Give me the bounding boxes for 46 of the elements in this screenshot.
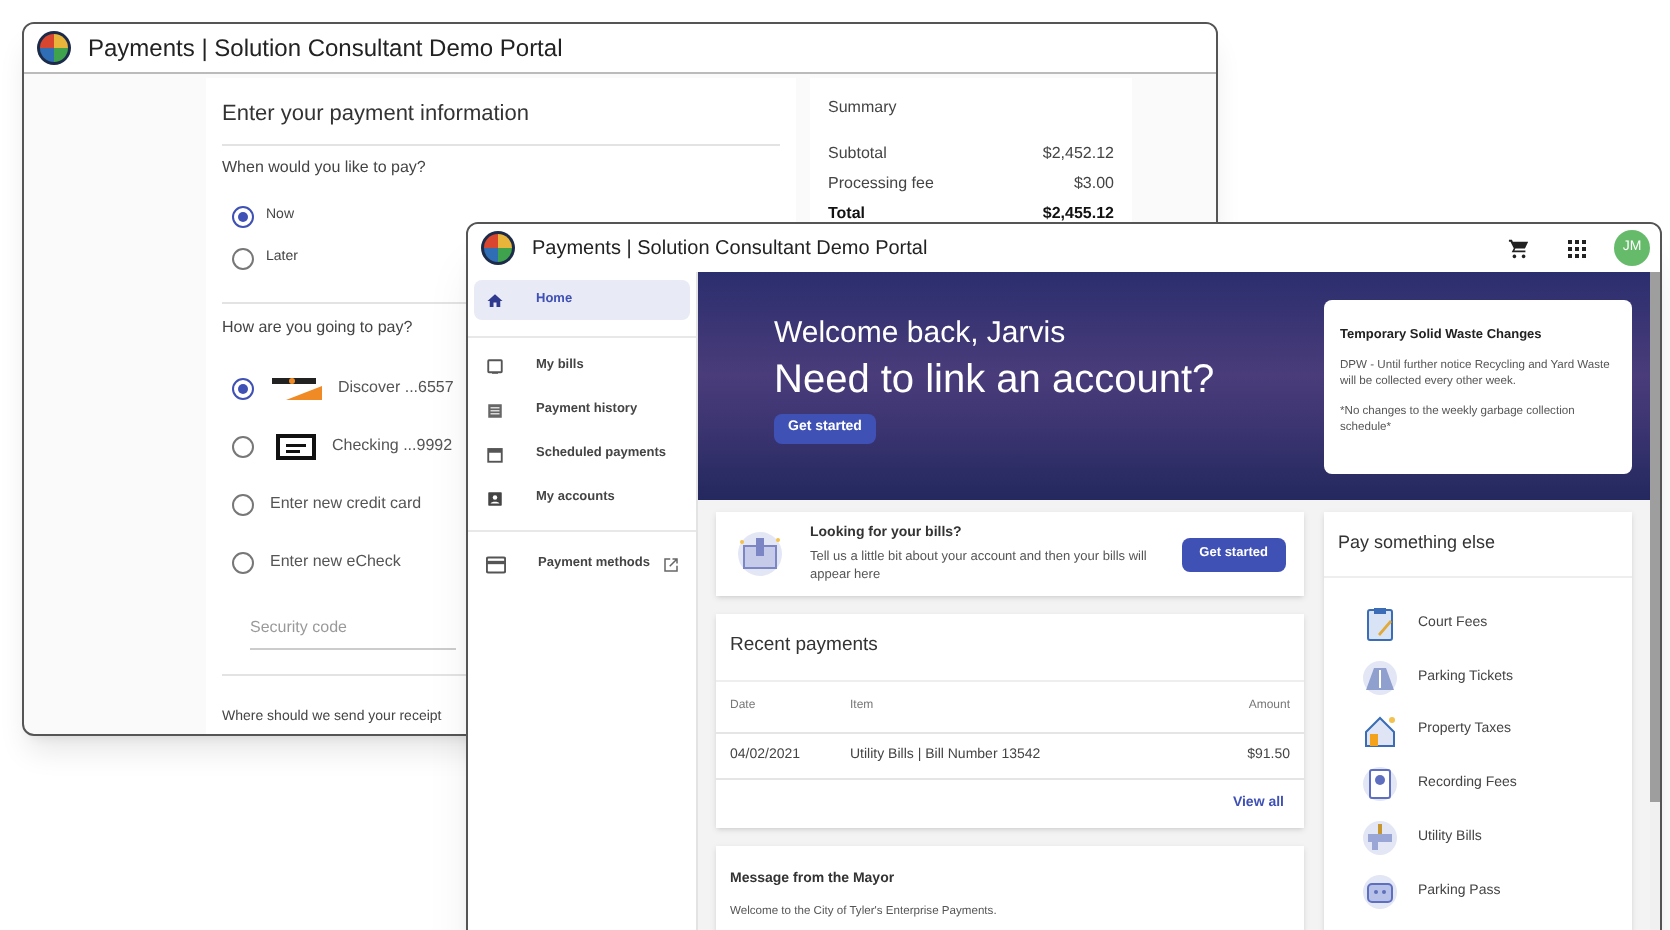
window-title: Payments | Solution Consultant Demo Portal — [532, 235, 930, 263]
summary-value: $2,452.12 — [1042, 141, 1114, 165]
radio-button[interactable] — [232, 377, 254, 399]
form-heading: Enter your payment information — [222, 98, 780, 145]
house-icon — [1362, 713, 1398, 750]
summary-value: $3.00 — [1073, 171, 1114, 195]
home-icon — [486, 291, 504, 309]
payment-method-label: Enter new credit card — [270, 492, 422, 516]
calendar-icon — [486, 445, 504, 463]
payment-method-label: Discover ...6557 — [338, 376, 454, 400]
question-label: How are you going to pay? — [222, 315, 415, 339]
radio-button[interactable] — [232, 551, 254, 573]
cart-icon — [1508, 237, 1530, 259]
radio-button[interactable] — [232, 493, 254, 515]
hero-headline: Need to link an account? — [774, 355, 1215, 406]
contact-card-icon — [486, 489, 504, 507]
ticket-icon — [1362, 873, 1398, 910]
radio-button[interactable] — [232, 247, 254, 269]
logo-icon — [480, 230, 516, 266]
radio-button[interactable] — [232, 435, 254, 457]
radio-button[interactable] — [232, 205, 254, 227]
check-icon — [276, 433, 316, 459]
welcome-text: Welcome back, Jarvis — [774, 316, 1066, 354]
document-icon — [1362, 766, 1398, 803]
card-title: Pay something else — [1324, 512, 1632, 578]
road-icon — [1362, 660, 1398, 697]
summary-label: Total — [828, 201, 866, 225]
question-label: When would you like to pay? — [222, 155, 428, 179]
discover-card-icon — [270, 376, 322, 400]
logo-icon — [36, 30, 72, 66]
summary-label: Processing fee — [828, 171, 934, 195]
tablet-icon — [486, 357, 504, 375]
summary-value: $2,455.12 — [1042, 201, 1114, 225]
summary-title: Summary — [828, 96, 899, 120]
card-title: Recent payments — [716, 614, 1304, 682]
faucet-icon — [1362, 820, 1398, 857]
security-code-field[interactable]: Security code — [250, 615, 456, 649]
payment-method-label: Enter new eCheck — [270, 550, 401, 574]
credit-card-icon — [486, 555, 506, 573]
list-icon — [486, 401, 504, 419]
window-title: Payments | Solution Consultant Demo Portal — [88, 32, 563, 66]
clipboard-icon — [1362, 606, 1398, 643]
payment-method-label: Checking ...9992 — [332, 434, 453, 458]
summary-label: Subtotal — [828, 141, 887, 165]
apps-grid-icon — [1568, 239, 1586, 257]
bills-illustration-icon — [734, 530, 786, 578]
